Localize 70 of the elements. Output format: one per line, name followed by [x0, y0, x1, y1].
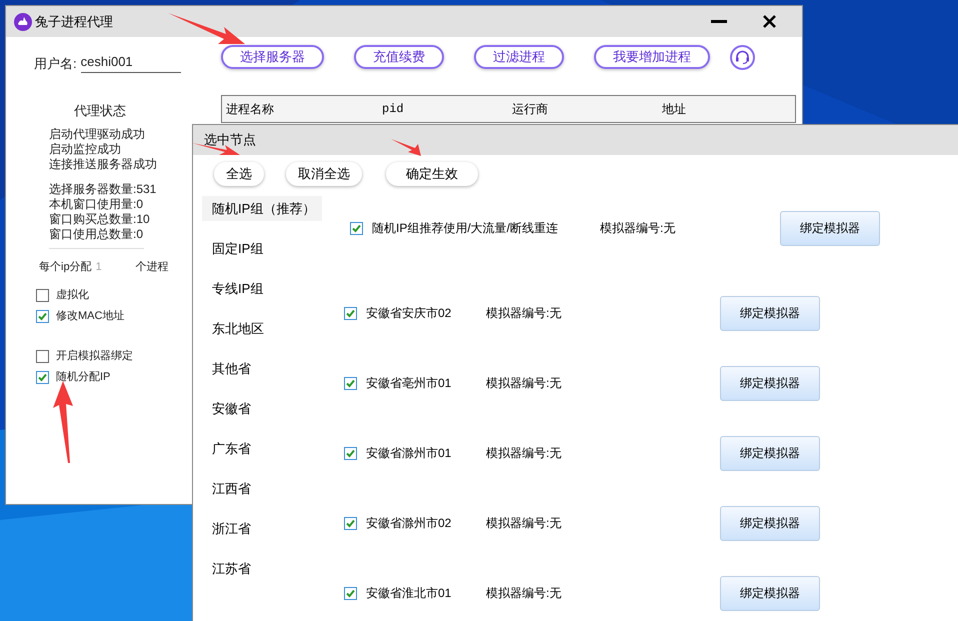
allocation-unit: 个进程: [136, 260, 169, 274]
checked-checkbox[interactable]: [36, 371, 49, 384]
simulator-label: 模拟器编号:无: [486, 445, 562, 462]
close-icon[interactable]: [763, 15, 776, 28]
checked-checkbox[interactable]: [344, 516, 357, 530]
group-item[interactable]: 广东省: [202, 436, 322, 461]
bind-button[interactable]: 绑定模拟器: [720, 296, 820, 330]
status-title: 代理状态: [73, 102, 127, 120]
simulator-label: 模拟器编号:无: [486, 305, 562, 322]
dialog-title: 选中节点: [204, 131, 256, 150]
node-name: 安徽省亳州市01: [366, 375, 452, 392]
group-item[interactable]: 安徽省: [202, 396, 322, 421]
count-line: 窗口购买总数量:10: [49, 212, 151, 226]
column-header: 地址: [662, 101, 687, 118]
status-line: 启动代理驱动成功: [49, 126, 146, 142]
bind-button[interactable]: 绑定模拟器: [720, 576, 820, 610]
group-item[interactable]: 固定IP组: [202, 236, 322, 261]
group-item[interactable]: 东北地区: [202, 316, 322, 341]
option-label: 虚拟化: [56, 288, 89, 304]
group-item[interactable]: 其他省: [202, 356, 322, 381]
bind-button[interactable]: 绑定模拟器: [720, 506, 820, 540]
status-line: 连接推送服务器成功: [49, 156, 158, 172]
pill-button[interactable]: 选择服务器: [221, 45, 324, 69]
status-line: 启动监控成功: [49, 142, 122, 156]
node-name: 安徽省安庆市02: [366, 305, 452, 322]
allocation-label: 每个ip分配: [39, 260, 92, 274]
group-item[interactable]: 浙江省: [202, 516, 322, 541]
checkbox[interactable]: [36, 289, 49, 302]
checked-checkbox[interactable]: [344, 586, 357, 600]
headset-icon[interactable]: [730, 44, 755, 70]
dialog-button[interactable]: 全选: [214, 162, 264, 186]
group-item[interactable]: 江西省: [202, 476, 322, 501]
node-name: 安徽省滁州市01: [366, 445, 452, 462]
username-label: 用户名:: [34, 54, 77, 72]
column-header: 进程名称: [225, 101, 275, 118]
checked-checkbox[interactable]: [350, 222, 363, 234]
checked-checkbox[interactable]: [344, 376, 357, 390]
simulator-label: 模拟器编号:无: [600, 220, 676, 237]
count-line: 窗口使用总数量:0: [49, 226, 144, 242]
pill-button[interactable]: 充值续费: [354, 45, 444, 69]
group-item[interactable]: 随机IP组（推荐）: [202, 196, 322, 221]
count-line: 选择服务器数量:531: [49, 182, 158, 196]
simulator-label: 模拟器编号:无: [486, 375, 562, 392]
option-label: 开启模拟器绑定: [56, 348, 133, 364]
column-header: 运行商: [512, 101, 549, 118]
checkbox[interactable]: [36, 350, 49, 363]
bind-button[interactable]: 绑定模拟器: [720, 366, 820, 400]
pill-button[interactable]: 我要增加进程: [594, 45, 710, 69]
checked-checkbox[interactable]: [344, 306, 357, 320]
node-name: 安徽省滁州市02: [366, 515, 452, 532]
dialog-button[interactable]: 确定生效: [386, 162, 478, 186]
bind-button[interactable]: 绑定模拟器: [780, 210, 880, 246]
pill-button[interactable]: 过滤进程: [474, 45, 564, 69]
checked-checkbox[interactable]: [344, 446, 357, 460]
option-label: 修改MAC地址: [56, 309, 124, 324]
node-name: 随机IP组推荐使用/大流量/断线重连: [372, 220, 560, 237]
group-item[interactable]: 江苏省: [202, 556, 322, 581]
column-header: pid: [382, 101, 405, 118]
bind-button[interactable]: 绑定模拟器: [720, 436, 820, 470]
dialog-button[interactable]: 取消全选: [286, 162, 362, 186]
checked-checkbox[interactable]: [36, 310, 49, 323]
node-name: 安徽省淮北市01: [366, 585, 452, 602]
simulator-label: 模拟器编号:无: [486, 515, 562, 532]
window-title: 兔子进程代理: [35, 12, 113, 31]
annotation-arrow: [390, 138, 422, 157]
option-label: 随机分配IP: [56, 370, 110, 386]
simulator-label: 模拟器编号:无: [486, 585, 562, 602]
username-field[interactable]: ceshi001: [80, 52, 181, 73]
count-line: 本机窗口使用量:0: [49, 196, 144, 212]
group-item[interactable]: 专线IP组: [202, 276, 322, 301]
